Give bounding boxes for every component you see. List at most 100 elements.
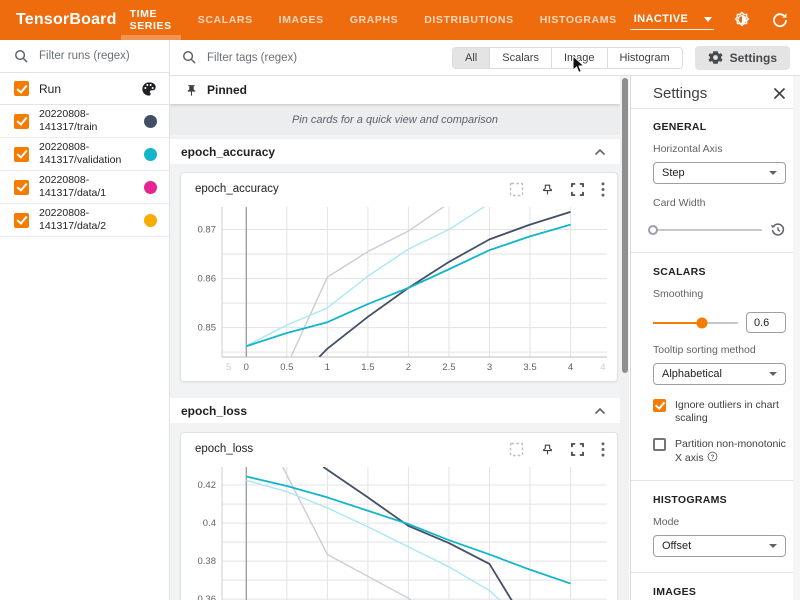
run-row-data1[interactable]: 20220808-141317/data/1 [0, 171, 169, 204]
status-label: INACTIVE [634, 13, 689, 25]
chevron-up-icon[interactable] [594, 407, 606, 415]
run-checkbox[interactable] [14, 114, 29, 129]
tooltip-sorting-select[interactable]: Alphabetical [653, 363, 786, 385]
fit-to-data-icon[interactable] [509, 182, 524, 197]
scalar-card-epoch-accuracy: epoch_accuracy 0.850.860.8700.511.522.53… [180, 172, 618, 382]
chip-all[interactable]: All [453, 48, 490, 68]
scalars-section-heading: SCALARS [653, 266, 786, 278]
settings-button[interactable]: Settings [695, 46, 790, 70]
ignore-outliers-label: Ignore outliers in chart scaling [675, 399, 786, 425]
horizontal-axis-select[interactable]: Step [653, 162, 786, 184]
pinned-title: Pinned [207, 83, 247, 97]
help-circle-icon[interactable]: ? [707, 451, 718, 462]
svg-text:1: 1 [325, 362, 330, 373]
tab-graphs[interactable]: GRAPHS [337, 0, 412, 40]
smoothing-label: Smoothing [653, 288, 786, 300]
svg-text:3: 3 [487, 362, 492, 373]
reload-status-select[interactable]: INACTIVE [630, 10, 714, 30]
run-color-dot[interactable] [144, 148, 157, 161]
tags-filter-input[interactable] [207, 52, 357, 64]
close-icon[interactable] [773, 87, 786, 100]
tab-distributions[interactable]: DISTRIBUTIONS [411, 0, 526, 40]
run-row-data2[interactable]: 20220808-141317/data/2 [0, 204, 169, 237]
svg-text:3.5: 3.5 [523, 362, 536, 373]
run-checkbox[interactable] [14, 147, 29, 162]
fullscreen-icon[interactable] [571, 443, 584, 456]
chip-image[interactable]: Image [552, 48, 608, 68]
svg-text:0.4: 0.4 [203, 518, 216, 529]
histograms-section-heading: HISTOGRAMS [653, 494, 786, 506]
histogram-mode-select[interactable]: Offset [653, 535, 786, 557]
runs-sidebar: Run 20220808-141317/train 20220808-14131… [0, 40, 170, 600]
svg-text:0: 0 [244, 362, 249, 373]
app-header: TensorBoard TIME SERIES SCALARS IMAGES G… [0, 0, 800, 40]
histogram-mode-label: Mode [653, 516, 786, 528]
run-name: 20220808- [39, 141, 121, 154]
run-row-train[interactable]: 20220808-141317/train [0, 105, 169, 138]
chip-scalars[interactable]: Scalars [490, 48, 552, 68]
partition-x-axis-checkbox[interactable] [653, 438, 666, 451]
more-options-icon[interactable] [601, 442, 605, 457]
pin-card-icon[interactable] [541, 443, 554, 456]
pin-card-icon[interactable] [541, 183, 554, 196]
horizontal-axis-label: Horizontal Axis [653, 143, 786, 155]
smoothing-slider[interactable] [653, 322, 738, 324]
images-section-heading: IMAGES [653, 586, 786, 598]
run-select-all-checkbox[interactable] [14, 81, 29, 96]
header-actions: INACTIVE ? [630, 0, 800, 40]
settings-scrollbar[interactable] [793, 76, 800, 600]
pin-hint-text: Pin cards for a quick view and compariso… [170, 104, 620, 135]
gear-icon [708, 50, 723, 65]
run-name: 20220808- [39, 174, 106, 187]
line-chart-epoch-accuracy[interactable]: 0.850.860.8700.511.522.533.5454 [181, 203, 617, 380]
run-name: 20220808- [39, 108, 97, 121]
section-header-epoch-accuracy[interactable]: epoch_accuracy [170, 139, 620, 164]
run-color-dot[interactable] [144, 115, 157, 128]
fit-to-data-icon[interactable] [509, 442, 524, 457]
app-logo: TensorBoard [0, 0, 117, 40]
tag-type-filter-group: All Scalars Image Histogram [452, 47, 683, 69]
main-scrollbar[interactable] [620, 76, 629, 600]
tags-filter [170, 50, 357, 65]
partition-x-axis-label: Partition non-monotonic X axis ? [675, 438, 786, 465]
run-name: 20220808- [39, 207, 106, 220]
line-chart-epoch-loss[interactable]: 0.36 0.38 0.4 0.42 [181, 463, 617, 600]
card-title: epoch_accuracy [195, 183, 279, 195]
run-checkbox[interactable] [14, 180, 29, 195]
svg-text:4: 4 [568, 362, 573, 373]
reset-icon[interactable] [770, 222, 786, 238]
runs-filter-input[interactable] [39, 50, 149, 62]
svg-text:0.5: 0.5 [280, 362, 293, 373]
tab-images[interactable]: IMAGES [266, 0, 337, 40]
runs-filter [0, 40, 169, 73]
svg-text:2.5: 2.5 [442, 362, 455, 373]
run-color-dot[interactable] [144, 181, 157, 194]
palette-icon[interactable] [141, 81, 157, 97]
brightness-icon[interactable] [733, 11, 752, 30]
scrollbar-thumb[interactable] [622, 78, 628, 373]
tab-histograms[interactable]: HISTOGRAMS [527, 0, 630, 40]
search-icon [14, 49, 29, 64]
smoothing-value-input[interactable]: 0.6 [746, 312, 786, 333]
run-row-validation[interactable]: 20220808-141317/validation [0, 138, 169, 171]
fullscreen-icon[interactable] [571, 183, 584, 196]
chevron-up-icon[interactable] [594, 148, 606, 156]
svg-text:0.42: 0.42 [198, 480, 217, 491]
more-options-icon[interactable] [601, 182, 605, 197]
pin-icon [185, 84, 198, 97]
run-color-dot[interactable] [144, 214, 157, 227]
refresh-icon[interactable] [771, 11, 790, 30]
ignore-outliers-checkbox[interactable] [653, 399, 666, 412]
run-checkbox[interactable] [14, 213, 29, 228]
svg-text:0.36: 0.36 [198, 594, 217, 600]
tab-time-series[interactable]: TIME SERIES [117, 0, 185, 40]
section-header-epoch-loss[interactable]: epoch_loss [170, 398, 620, 423]
chevron-down-icon [769, 544, 777, 548]
tab-scalars[interactable]: SCALARS [185, 0, 266, 40]
svg-text:1.5: 1.5 [361, 362, 374, 373]
svg-text:0.87: 0.87 [198, 225, 217, 236]
card-width-slider[interactable] [653, 229, 762, 231]
svg-text:0.38: 0.38 [198, 556, 217, 567]
chevron-down-icon [769, 372, 777, 376]
chip-histogram[interactable]: Histogram [608, 48, 682, 68]
